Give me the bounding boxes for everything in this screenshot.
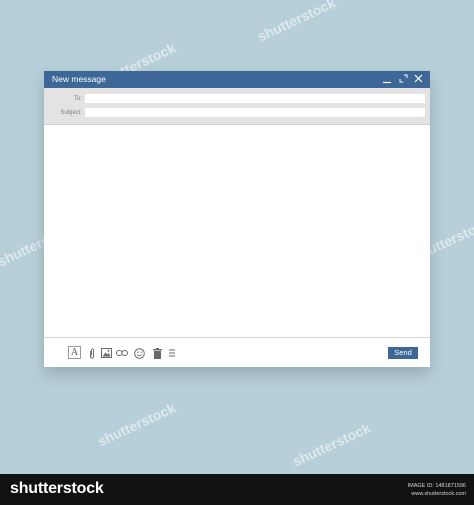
site-url: www.shutterstock.com: [411, 491, 466, 497]
link-icon[interactable]: [116, 347, 128, 359]
to-field[interactable]: [85, 94, 425, 103]
window-title: New message: [52, 74, 106, 84]
to-label: To:: [73, 96, 82, 102]
trash-icon[interactable]: [151, 347, 163, 359]
attachment-icon[interactable]: [86, 347, 98, 359]
message-header: To: Subject:: [44, 88, 430, 125]
emoji-icon[interactable]: [133, 347, 145, 359]
send-button[interactable]: Send: [388, 347, 418, 359]
compose-window: New message To: Subject: A Send: [44, 71, 430, 367]
format-glyph: A: [70, 347, 79, 358]
subject-field[interactable]: [85, 108, 425, 117]
subject-label: Subject:: [60, 110, 82, 116]
more-icon[interactable]: [166, 347, 178, 359]
image-id: IMAGE ID: 1481871596: [407, 483, 466, 489]
watermark: shutterstock: [95, 399, 178, 450]
image-icon[interactable]: [100, 347, 112, 359]
expand-icon[interactable]: [396, 72, 410, 87]
text-format-icon[interactable]: A: [68, 346, 81, 359]
close-icon[interactable]: [411, 72, 425, 87]
stock-footer: shutterstock IMAGE ID: 1481871596 www.sh…: [0, 474, 474, 505]
watermark: shutterstock: [290, 419, 373, 470]
minimize-icon[interactable]: [380, 72, 394, 87]
title-bar: New message: [44, 71, 430, 88]
watermark: shutterstock: [255, 0, 338, 45]
image-id-text: IMAGE ID: 1481871596 www.shutterstock.co…: [408, 482, 466, 498]
shutterstock-logo: shutterstock: [10, 480, 104, 497]
message-body[interactable]: [44, 125, 430, 337]
compose-toolbar: A Send: [44, 337, 430, 367]
